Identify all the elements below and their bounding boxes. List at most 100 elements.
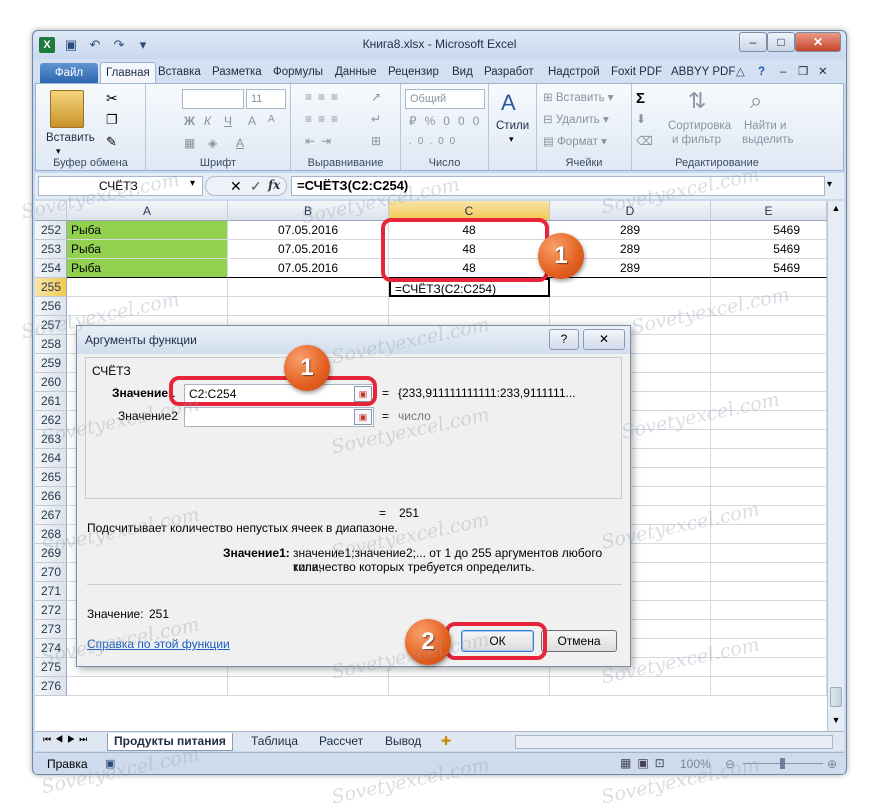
dialog-help-button[interactable]: ? (549, 329, 579, 350)
cancel-button[interactable]: Отмена (541, 630, 617, 652)
cell[interactable] (389, 297, 550, 316)
tab-addins[interactable]: Надстрой (543, 62, 605, 83)
paste-dropdown-icon[interactable]: ▾ (56, 146, 61, 157)
doc-minimize-icon[interactable]: – (775, 62, 791, 83)
format-cells-button[interactable]: ▤ Формат ▾ (543, 134, 607, 148)
vertical-align-icons[interactable]: ≡≡≡ (305, 90, 344, 104)
zoom-in-icon[interactable]: ⊕ (827, 757, 837, 771)
row-header[interactable]: 265 (35, 468, 67, 487)
row-header[interactable]: 264 (35, 449, 67, 468)
insert-function-icon[interactable]: fx (268, 178, 280, 192)
styles-dropdown-icon[interactable]: ▾ (509, 134, 514, 145)
paste-button[interactable]: Вставить (46, 132, 95, 144)
cell[interactable] (228, 278, 389, 297)
row-header[interactable]: 271 (35, 582, 67, 601)
close-button[interactable]: ✕ (795, 32, 841, 52)
sheet-tab-table[interactable]: Таблица (245, 733, 304, 751)
clear-icon[interactable]: ⌫ (636, 134, 653, 148)
cancel-icon[interactable]: ✕ (230, 178, 242, 195)
styles-button[interactable]: Стили (496, 120, 529, 132)
doc-restore-icon[interactable]: ❐ (793, 62, 813, 83)
fill-icon[interactable]: ⬇ (636, 112, 646, 126)
underline-icon[interactable]: Ч (224, 114, 232, 128)
tab-abbyy[interactable]: ABBYY PDF (666, 62, 740, 83)
insert-cells-button[interactable]: ⊞ Вставить ▾ (543, 90, 614, 104)
grow-font-icon[interactable]: A (248, 114, 256, 128)
styles-icon[interactable]: A (501, 90, 516, 116)
row-header[interactable]: 254 (35, 259, 67, 278)
tab-insert[interactable]: Вставка (153, 62, 206, 83)
sheet-tab-output[interactable]: Вывод (379, 733, 427, 751)
sort-filter-icon[interactable]: ⇅ (688, 88, 706, 114)
row-header[interactable]: 270 (35, 563, 67, 582)
column-header-e[interactable]: E (711, 201, 827, 221)
cell[interactable]: 5469 (711, 240, 827, 259)
cell[interactable] (711, 487, 827, 506)
cell[interactable]: 07.05.2016 (228, 240, 389, 259)
tab-developer[interactable]: Разработ (479, 62, 539, 83)
format-painter-icon[interactable]: ✎ (106, 134, 117, 150)
row-header[interactable]: 252 (35, 221, 67, 240)
row-header[interactable]: 266 (35, 487, 67, 506)
find-select-icon[interactable]: ⌕ (750, 88, 762, 114)
cell[interactable] (711, 601, 827, 620)
zoom-slider-thumb[interactable] (780, 758, 785, 769)
tab-foxit[interactable]: Foxit PDF (606, 62, 667, 83)
view-buttons[interactable]: ▦▣⊡ (620, 756, 671, 770)
decimal-icons[interactable]: .0.00 (409, 136, 461, 147)
cell[interactable] (711, 677, 827, 696)
cell[interactable]: 5469 (711, 221, 827, 240)
row-header[interactable]: 259 (35, 354, 67, 373)
cell[interactable] (711, 544, 827, 563)
tab-file[interactable]: Файл (40, 63, 98, 84)
vertical-scrollbar[interactable]: ▲ ▼ (827, 201, 844, 731)
autosum-icon[interactable]: Σ (636, 90, 645, 107)
row-header[interactable]: 260 (35, 373, 67, 392)
minimize-ribbon-icon[interactable]: △ (731, 62, 750, 83)
scroll-thumb[interactable] (830, 687, 842, 707)
doc-close-icon[interactable]: ✕ (813, 62, 833, 83)
cell[interactable] (711, 582, 827, 601)
dialog-close-button[interactable]: ✕ (583, 329, 625, 350)
cell[interactable] (711, 620, 827, 639)
copy-icon[interactable]: ❐ (106, 112, 118, 128)
cell[interactable] (67, 677, 228, 696)
expand-formula-icon[interactable]: ▾ (827, 179, 832, 190)
shrink-font-icon[interactable]: A (268, 114, 275, 125)
wrap-text-icon[interactable]: ↵ (371, 112, 381, 126)
row-header[interactable]: 255 (35, 278, 67, 297)
fill-color-icon[interactable]: ◈ (208, 136, 217, 150)
sheet-nav-icons[interactable]: ⏮◀▶⏭ (43, 734, 91, 745)
name-box-dropdown-icon[interactable]: ▾ (190, 178, 195, 189)
cell[interactable] (228, 297, 389, 316)
borders-icon[interactable]: ▦ (184, 136, 195, 150)
row-header[interactable]: 253 (35, 240, 67, 259)
italic-icon[interactable]: К (204, 114, 211, 128)
indent-icons[interactable]: ⇤⇥ (305, 134, 337, 148)
merge-icon[interactable]: ⊞ (371, 134, 381, 148)
currency-percent-icons[interactable]: ₽%000 (409, 114, 487, 128)
arg2-input[interactable] (184, 407, 374, 427)
row-header[interactable]: 261 (35, 392, 67, 411)
cell[interactable]: Рыба (67, 240, 228, 259)
new-sheet-icon[interactable]: ✚ (435, 733, 457, 751)
tab-review[interactable]: Рецензир (383, 62, 444, 83)
cell[interactable] (389, 677, 550, 696)
sheet-tab-calc[interactable]: Рассчет (313, 733, 369, 751)
cell[interactable]: Рыба (67, 259, 228, 278)
scroll-down-icon[interactable]: ▼ (830, 715, 842, 727)
cell[interactable] (711, 430, 827, 449)
paste-icon[interactable] (50, 90, 84, 128)
cell[interactable]: 5469 (711, 259, 827, 278)
delete-cells-button[interactable]: ⊟ Удалить ▾ (543, 112, 609, 126)
find-select-button[interactable]: Найти и (744, 120, 786, 132)
row-header[interactable]: 273 (35, 620, 67, 639)
number-format-select[interactable]: Общий (405, 89, 485, 109)
cell[interactable] (711, 563, 827, 582)
row-header[interactable]: 267 (35, 506, 67, 525)
horizontal-align-icons[interactable]: ≡≡≡ (305, 112, 344, 126)
cell[interactable]: Рыба (67, 221, 228, 240)
cell[interactable] (711, 525, 827, 544)
row-header[interactable]: 272 (35, 601, 67, 620)
horizontal-scrollbar[interactable] (515, 735, 833, 749)
